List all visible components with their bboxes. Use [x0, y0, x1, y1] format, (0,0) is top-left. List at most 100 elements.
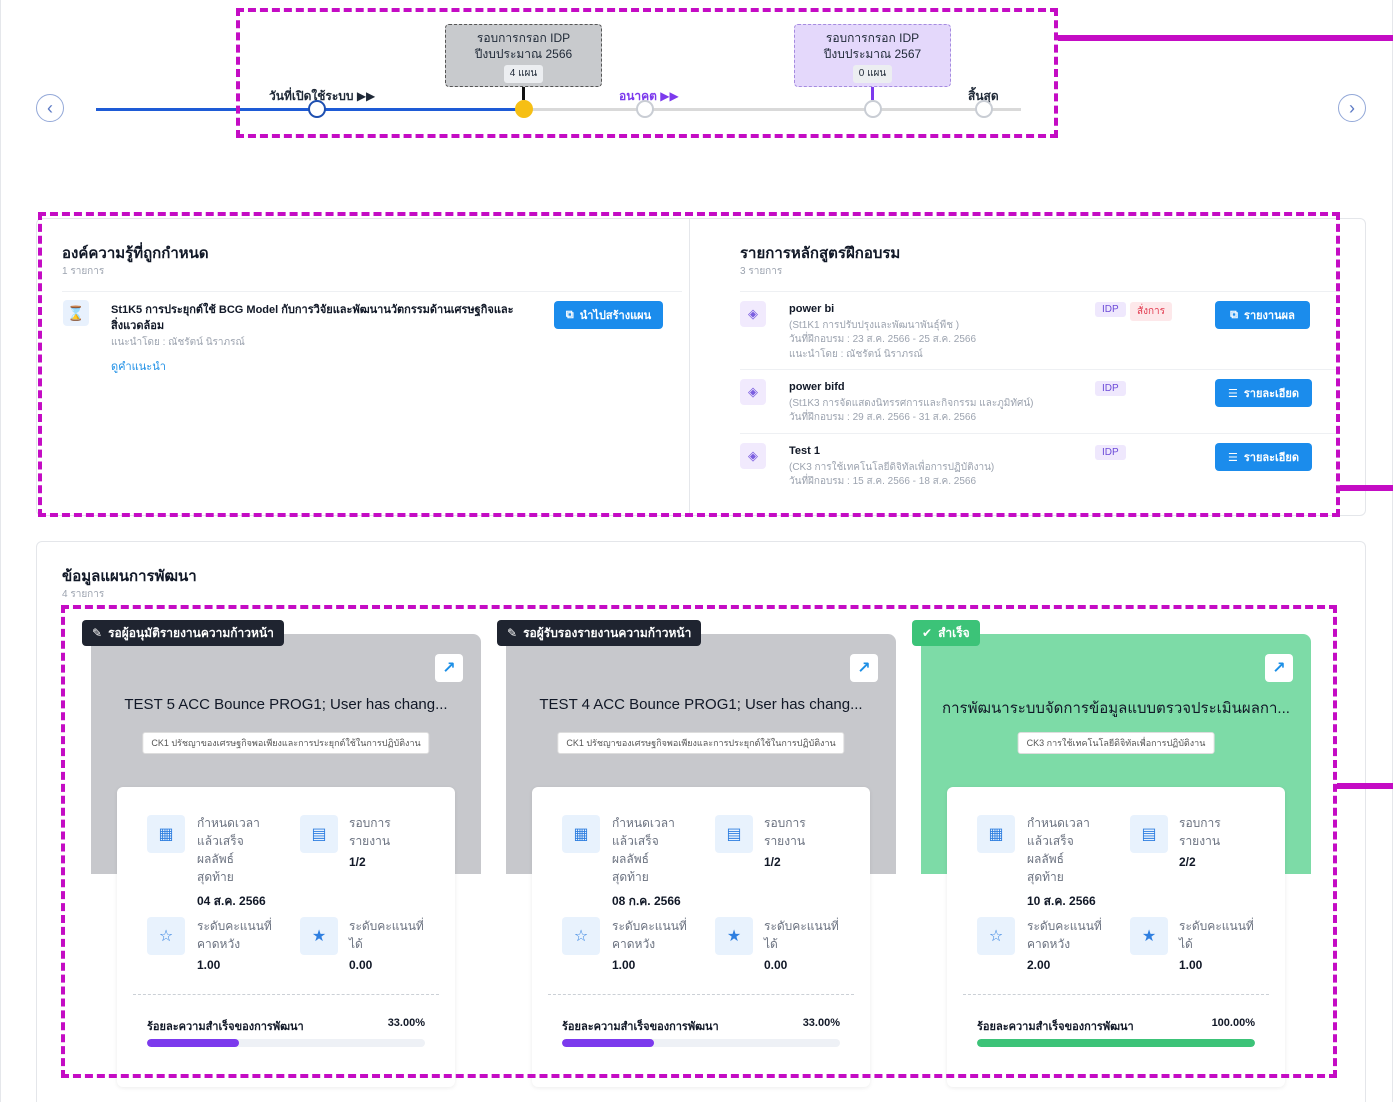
open-plan-icon[interactable]: ↗	[850, 654, 878, 682]
course-date: วันที่ฝึกอบรม : 29 ส.ค. 2566 - 31 ส.ค. 2…	[789, 412, 977, 423]
plan-stats: ▦ กำหนดเวลาแล้วเสร็จผลลัพธ์สุดท้าย 10 ส.…	[947, 787, 1285, 1087]
progress-bar	[147, 1039, 425, 1047]
actual-score-label: ระดับคะแนนที่ได้	[1179, 919, 1254, 951]
timeline-prev-button[interactable]: ‹	[36, 94, 64, 122]
details-label: รายละเอียด	[1243, 388, 1299, 400]
chevron-right-icon: ›	[1349, 97, 1355, 118]
open-plan-icon[interactable]: ↗	[435, 654, 463, 682]
status-tag: ✎ รอผู้รับรองรายงานความก้าวหน้า	[497, 620, 702, 646]
plan-card[interactable]: ✎ รอผู้อนุมัติรายงานความก้าวหน้า ↗ TEST 5…	[82, 620, 481, 1102]
courses-separator-top	[740, 291, 1340, 292]
star-outline-icon: ☆	[147, 917, 185, 955]
box-2566-count: 4 แผน	[503, 65, 544, 83]
timeline-track-future	[524, 108, 1021, 111]
pencil-icon: ✎	[507, 626, 518, 640]
knowledge-courses-panel: องค์ความรู้ที่ถูกกำหนด 1 รายการ ⌛ St1K5 …	[36, 218, 1366, 517]
details-button[interactable]: ☰ รายละเอียด	[1215, 379, 1312, 407]
progress-bar-fill	[147, 1039, 239, 1047]
create-plan-label: นำไปสร้างแผน	[579, 310, 652, 322]
idp-badge: IDP	[1095, 381, 1126, 396]
document-icon: ▤	[715, 815, 753, 853]
plan-competency-chip: CK1 ปรัชญาของเศรษฐกิจพอเพียงและการประยุก…	[142, 732, 430, 754]
annotation-line-timeline	[1058, 35, 1393, 41]
open-plan-icon[interactable]: ↗	[1265, 654, 1293, 682]
timeline-next-button[interactable]: ›	[1338, 94, 1366, 122]
course-name: power bifd	[789, 381, 845, 393]
timeline-node-2567[interactable]	[864, 100, 882, 118]
timeline-stem-2566	[522, 87, 525, 100]
hourglass-icon: ⌛	[63, 300, 89, 326]
timeline-node-start[interactable]	[308, 100, 326, 118]
stats-divider	[963, 994, 1269, 995]
timeline-stem-2567	[871, 87, 874, 100]
calendar-icon: ▦	[562, 815, 600, 853]
timeline-node-current[interactable]	[515, 100, 533, 118]
report-result-label: รายงานผล	[1244, 310, 1295, 322]
star-outline-icon: ☆	[562, 917, 600, 955]
report-round-value: 1/2	[349, 855, 366, 869]
panel-divider	[689, 219, 690, 517]
plan-card[interactable]: ✎ รอผู้รับรองรายงานความก้าวหน้า ↗ TEST 4 …	[497, 620, 896, 1102]
create-plan-button[interactable]: ⧉ นำไปสร้างแผน	[554, 301, 663, 329]
knowledge-count: 1 รายการ	[62, 266, 105, 277]
knowledge-item-recommended-by: แนะนำโดย : ณัชรัตน์ นิราภรณ์	[111, 337, 245, 348]
expected-score-label: ระดับคะแนนที่คาดหวัง	[1027, 919, 1102, 951]
expected-score-value: 2.00	[1027, 958, 1051, 972]
course-competency: (St1K3 การจัดแสดงนิทรรศการและกิจกรรม และ…	[789, 398, 1034, 409]
status-text: สำเร็จ	[938, 625, 970, 640]
progress-bar	[977, 1039, 1255, 1047]
progress-bar-fill	[562, 1039, 654, 1047]
chevron-left-icon: ‹	[47, 97, 53, 118]
status-tag: ✔ สำเร็จ	[912, 620, 980, 646]
box-2567-count: 0 แผน	[852, 65, 893, 83]
expected-score-value: 1.00	[612, 958, 636, 972]
star-filled-icon: ★	[1130, 917, 1168, 955]
list-icon: ☰	[1227, 451, 1238, 464]
knowledge-title: องค์ความรู้ที่ถูกกำหนด	[62, 245, 209, 262]
star-outline-icon: ☆	[977, 917, 1015, 955]
box-2566-line2: ปีงบประมาณ 2566	[474, 47, 573, 61]
details-button[interactable]: ☰ รายละเอียด	[1215, 443, 1312, 471]
report-result-button[interactable]: ⧉ รายงานผล	[1215, 301, 1310, 329]
calendar-icon: ▦	[147, 815, 185, 853]
actual-score-value: 1.00	[1179, 958, 1203, 972]
plans-title: ข้อมูลแผนการพัฒนา	[62, 568, 197, 585]
view-recommendation-link[interactable]: ดูคำแนะนำ	[111, 357, 166, 375]
idp-badge: IDP	[1095, 445, 1126, 460]
report-round-value: 1/2	[764, 855, 781, 869]
status-tag: ✎ รอผู้อนุมัติรายงานความก้าวหน้า	[82, 620, 284, 646]
courses-title: รายการหลักสูตรฝึกอบรม	[740, 245, 901, 262]
timeline-box-2566[interactable]: รอบการกรอก IDP ปีงบประมาณ 2566 4 แผน	[445, 24, 602, 87]
external-link-icon: ⧉	[565, 308, 574, 321]
timeline-node-future[interactable]	[636, 100, 654, 118]
page: ‹ › วันที่เปิดใช้ระบบ ▶▶ รอบการกรอก IDP …	[0, 0, 1393, 1102]
courses-count: 3 รายการ	[740, 266, 783, 277]
document-icon: ▤	[1130, 815, 1168, 853]
plan-title: TEST 4 ACC Bounce PROG1; User has chang.…	[539, 696, 863, 713]
progress-value: 33.00%	[802, 1017, 840, 1029]
timeline: ‹ › วันที่เปิดใช้ระบบ ▶▶ รอบการกรอก IDP …	[1, 0, 1393, 190]
deadline-value: 08 ก.ค. 2566	[612, 894, 681, 908]
assigned-badge: สั่งการ	[1130, 302, 1173, 321]
courses-separator	[740, 369, 1340, 370]
check-circle-icon: ✔	[922, 626, 933, 640]
box-2566-line1: รอบการกรอก IDP	[476, 31, 571, 45]
document-icon: ▤	[300, 815, 338, 853]
report-round-value: 2/2	[1179, 855, 1196, 869]
timeline-node-end[interactable]	[975, 100, 993, 118]
course-competency: (St1K1 การปรับปรุงและพัฒนาพันธุ์พืช )	[789, 320, 960, 331]
plan-competency-chip: CK3 การใช้เทคโนโลยีดิจิทัลเพื่อการปฏิบัต…	[1017, 732, 1215, 754]
box-2567-line2: ปีงบประมาณ 2567	[823, 47, 922, 61]
idp-badge: IDP	[1095, 302, 1126, 317]
status-text: รอผู้อนุมัติรายงานความก้าวหน้า	[108, 625, 274, 640]
star-filled-icon: ★	[715, 917, 753, 955]
annotation-line-plans	[1337, 783, 1393, 789]
timeline-box-2567[interactable]: รอบการกรอก IDP ปีงบประมาณ 2567 0 แผน	[794, 24, 951, 87]
course-recommended-by: แนะนำโดย : ณัชรัตน์ นิราภรณ์	[789, 349, 923, 360]
pencil-icon: ✎	[92, 626, 103, 640]
plan-card[interactable]: ✔ สำเร็จ ↗ การพัฒนาระบบจัดการข้อมูลแบบตรว…	[912, 620, 1311, 1102]
course-date: วันที่ฝึกอบรม : 15 ส.ค. 2566 - 18 ส.ค. 2…	[789, 476, 977, 487]
box-2567-line1: รอบการกรอก IDP	[825, 31, 920, 45]
expected-score-value: 1.00	[197, 958, 221, 972]
stats-divider	[548, 994, 854, 995]
